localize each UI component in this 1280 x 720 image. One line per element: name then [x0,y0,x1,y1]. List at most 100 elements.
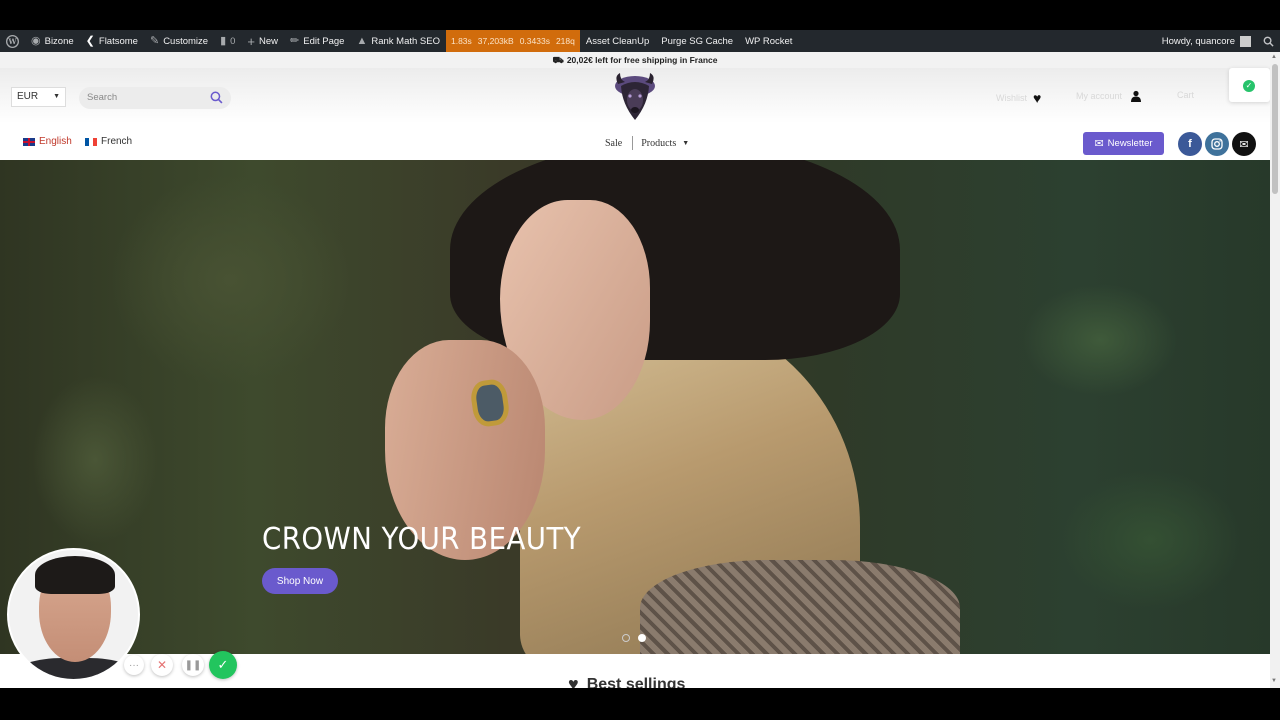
wishlist-label: Wishlist [996,93,1027,103]
nav-divider [632,136,634,150]
site-name-label: Bizone [44,35,74,47]
comments-link[interactable]: ▮ 0 [214,30,241,52]
heart-icon: ♥ [568,674,579,688]
plus-icon: + [247,33,256,49]
page-scrollbar[interactable]: ▲ ▼ [1270,52,1280,688]
brush-icon: ✎ [149,34,160,47]
pause-icon: ❚❚ [184,659,202,671]
check-icon: ✓ [1243,80,1255,92]
cart-label: Cart [1177,90,1195,100]
customize-label: Customize [163,35,209,47]
howdy-label: Howdy, quancore [1161,35,1235,47]
facebook-icon: f [1188,138,1192,150]
slider-dot-2[interactable] [638,634,646,642]
wp-rocket-menu[interactable]: WP Rocket [739,30,798,52]
hero-title: CROWN YOUR BEAUTY [262,522,582,557]
purge-cache-menu[interactable]: Purge SG Cache [655,30,739,52]
close-icon: ✕ [156,658,168,672]
language-french[interactable]: French [85,136,132,147]
cancel-recording-button[interactable]: ✕ [151,654,173,676]
hero-photo-sweater [640,560,960,654]
perf-queries: 218q [555,36,575,46]
nav-sale[interactable]: Sale [605,138,622,149]
asset-cleanup-menu[interactable]: Asset CleanUp [580,30,655,52]
search-placeholder: Search [87,92,118,103]
free-shipping-text: 20,02€ left for free shipping in France [566,55,718,65]
facebook-link[interactable]: f [1178,132,1202,156]
email-link[interactable]: ✉ [1232,132,1256,156]
flatsome-label: Flatsome [98,35,138,47]
heart-icon: ♥ [1033,90,1042,106]
newsletter-button[interactable]: ✉ Newsletter [1083,132,1164,155]
status-widget[interactable]: ✓ [1229,68,1270,102]
shop-now-button[interactable]: Shop Now [262,568,338,594]
comments-count: 0 [230,35,236,47]
rank-math-label: Rank Math SEO [371,35,440,47]
dots-icon: ··· [129,659,139,671]
site-header: EUR ▼ Search Wishlist ♥ My account Cart [0,68,1270,123]
asset-cleanup-label: Asset CleanUp [585,35,650,47]
bison-logo[interactable] [612,70,658,126]
slider-dots [622,634,646,642]
language-french-label: French [101,136,133,147]
pause-recording-button[interactable]: ❚❚ [182,654,204,676]
wordpress-icon: W [6,34,19,48]
comment-icon: ▮ [220,34,227,47]
search-icon[interactable] [210,91,223,104]
perf-memory: 37,203kB [477,36,514,46]
my-account-menu[interactable]: Howdy, quancore [1156,30,1257,52]
chevron-down-icon: ▼ [53,93,60,100]
perf-db-time: 0.3433s [519,36,550,46]
wp-admin-bar: W ◉ Bizone ❮ Flatsome ✎ Customize ▮ 0 + … [0,30,1280,52]
mail-icon: ✉ [1239,138,1249,151]
edit-page-link[interactable]: ✏ Edit Page [284,30,350,52]
edit-page-label: Edit Page [303,35,345,47]
query-monitor-stats[interactable]: 1.83s 37,203kB 0.3433s 218q [445,30,580,52]
avatar [1240,35,1251,47]
search-input[interactable]: Search [79,87,231,109]
browser-viewport: W ◉ Bizone ❮ Flatsome ✎ Customize ▮ 0 + … [0,30,1280,688]
new-label: New [259,35,279,47]
finish-recording-button[interactable]: ✓ [209,651,237,679]
top-letterbox [0,0,1280,30]
check-icon: ✓ [217,657,229,672]
main-nav: Sale Products ▼ [605,136,689,150]
svg-text:W: W [7,37,17,46]
instagram-link[interactable] [1205,132,1229,156]
pencil-icon: ✏ [290,34,300,47]
scrollbar-thumb[interactable] [1272,64,1278,194]
instagram-icon [1211,138,1223,150]
flatsome-menu[interactable]: ❮ Flatsome [80,30,144,52]
hero-slider[interactable]: CROWN YOUR BEAUTY Shop Now [0,160,1270,654]
adminbar-search[interactable] [1257,30,1280,52]
best-sellings-heading: ♥ Best sellings [568,674,685,688]
wp-rocket-label: WP Rocket [745,35,793,47]
new-content-menu[interactable]: + New [241,30,284,52]
bottom-letterbox [0,688,1280,720]
wp-logo-menu[interactable]: W [0,30,25,52]
scroll-down-arrow-icon[interactable]: ▼ [1271,678,1277,684]
nav-products[interactable]: Products [641,138,676,149]
account-link[interactable]: My account [1076,90,1142,102]
cart-link[interactable]: Cart [1177,90,1194,100]
perf-time: 1.83s [450,36,472,46]
search-icon [1263,36,1274,47]
rankmath-icon: ▲ [356,34,368,47]
scroll-up-arrow-icon[interactable]: ▲ [1271,54,1277,60]
webcam-bubble[interactable] [7,548,140,681]
site-name-menu[interactable]: ◉ Bizone [25,30,80,52]
best-sellings-title: Best sellings [586,675,686,689]
language-english[interactable]: English [23,136,72,147]
currency-value: EUR [17,91,39,102]
rank-math-menu[interactable]: ▲ Rank Math SEO [350,30,446,52]
customize-link[interactable]: ✎ Customize [144,30,214,52]
truck-icon: ⛟ [552,55,564,65]
chevron-down-icon: ▼ [682,139,690,147]
user-icon [1131,90,1142,102]
currency-select[interactable]: EUR ▼ [11,87,66,107]
more-options-button[interactable]: ··· [124,655,144,675]
wishlist-link[interactable]: Wishlist ♥ [996,90,1041,106]
slider-dot-1[interactable] [622,634,630,642]
france-flag-icon [85,137,97,146]
webcam-hair [35,556,115,594]
